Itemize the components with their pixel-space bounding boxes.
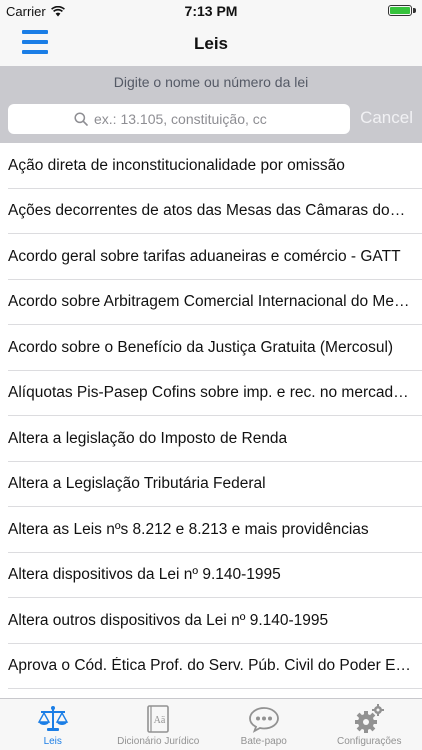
list-item[interactable]: Altera a legislação do Imposto de Renda	[0, 416, 422, 462]
list-item[interactable]: Ações decorrentes de atos das Mesas das …	[0, 189, 422, 235]
list-item-label: Altera a legislação do Imposto de Renda	[8, 429, 288, 447]
list-item[interactable]: Altera outros dispositivos da Lei nº 9.1…	[0, 598, 422, 644]
list-item-label: Acordo sobre o Benefício da Justiça Grat…	[8, 338, 394, 356]
scales-icon	[37, 704, 69, 734]
list-item-label: Ações decorrentes de atos das Mesas das …	[8, 202, 412, 220]
dictionary-icon: Aä	[146, 704, 170, 734]
tab-dicionario-juridico[interactable]: Aä Dicionário Jurídico	[106, 699, 212, 750]
list-item[interactable]: Acordo sobre o Benefício da Justiça Grat…	[0, 325, 422, 371]
menu-line	[22, 30, 48, 34]
tab-configuracoes[interactable]: Configurações	[317, 699, 422, 750]
battery-indicator	[386, 4, 416, 18]
list-item-label: Altera outros dispositivos da Lei nº 9.1…	[8, 611, 329, 629]
list-item[interactable]: Acordo geral sobre tarifas aduaneiras e …	[0, 234, 422, 280]
list-item[interactable]: Aprova o Cód. Ética Prof. do Serv. Púb. …	[0, 644, 422, 690]
search-icon	[74, 112, 88, 126]
list-item-label: Ação direta de inconstitucionalidade por…	[8, 156, 345, 174]
menu-line	[22, 40, 48, 44]
list-item-label: Alíquotas Pis-Pasep Cofins sobre imp. e …	[8, 384, 412, 402]
list-item-label: Acordo geral sobre tarifas aduaneiras e …	[8, 247, 401, 265]
laws-list: Ação direta de inconstitucionalidade por…	[0, 143, 422, 698]
list-item[interactable]: Altera a Legislação Tributária Federal	[0, 462, 422, 508]
gear-icon	[353, 704, 385, 734]
list-item-label: Aprova o Cód. Ética Prof. do Serv. Púb. …	[8, 657, 412, 675]
list-item-label: Acordo sobre Arbitragem Comercial Intern…	[8, 293, 412, 311]
hamburger-menu-icon[interactable]	[22, 30, 48, 54]
tab-bar: Leis Aä Dicionário Jurídico Bate-papo Co…	[0, 698, 422, 750]
search-prompt: Digite o nome ou número da lei	[113, 74, 309, 90]
page-title: Leis	[193, 34, 229, 53]
list-item[interactable]: Acordo sobre Arbitragem Comercial Intern…	[0, 280, 422, 326]
chat-bubble-icon	[248, 704, 280, 734]
search-input[interactable]	[94, 111, 284, 127]
tab-label: Bate-papo	[240, 736, 287, 747]
tab-bate-papo[interactable]: Bate-papo	[211, 699, 317, 750]
status-bar: Carrier 7:13 PM	[0, 0, 422, 22]
battery-fill	[390, 7, 410, 14]
list-item[interactable]: Ação direta de inconstitucionalidade por…	[0, 143, 422, 189]
battery-tip	[413, 8, 416, 13]
menu-line	[22, 50, 48, 54]
status-time: 7:13 PM	[184, 3, 238, 19]
cancel-button[interactable]: Cancel	[360, 108, 413, 128]
list-item-label: Altera a Legislação Tributária Federal	[8, 475, 266, 493]
tab-label: Leis	[43, 736, 62, 747]
battery-icon	[388, 5, 412, 16]
search-area: Digite o nome ou número da lei Cancel	[0, 66, 422, 143]
tab-label: Dicionário Jurídico	[117, 736, 200, 747]
list-item-label: Altera dispositivos da Lei nº 9.140-1995	[8, 566, 281, 584]
list-item-label: Altera as Leis nºs 8.212 e 8.213 e mais …	[8, 520, 369, 538]
list-item[interactable]: Alíquotas Pis-Pasep Cofins sobre imp. e …	[0, 371, 422, 417]
svg-text:Aä: Aä	[154, 715, 166, 726]
list-item[interactable]: Altera dispositivos da Lei nº 9.140-1995	[0, 553, 422, 599]
tab-label: Configurações	[337, 736, 402, 747]
navigation-bar: Leis	[0, 22, 422, 66]
search-box[interactable]	[8, 104, 350, 134]
tab-leis[interactable]: Leis	[0, 699, 106, 750]
list-item[interactable]: Altera as Leis nºs 8.212 e 8.213 e mais …	[0, 507, 422, 553]
